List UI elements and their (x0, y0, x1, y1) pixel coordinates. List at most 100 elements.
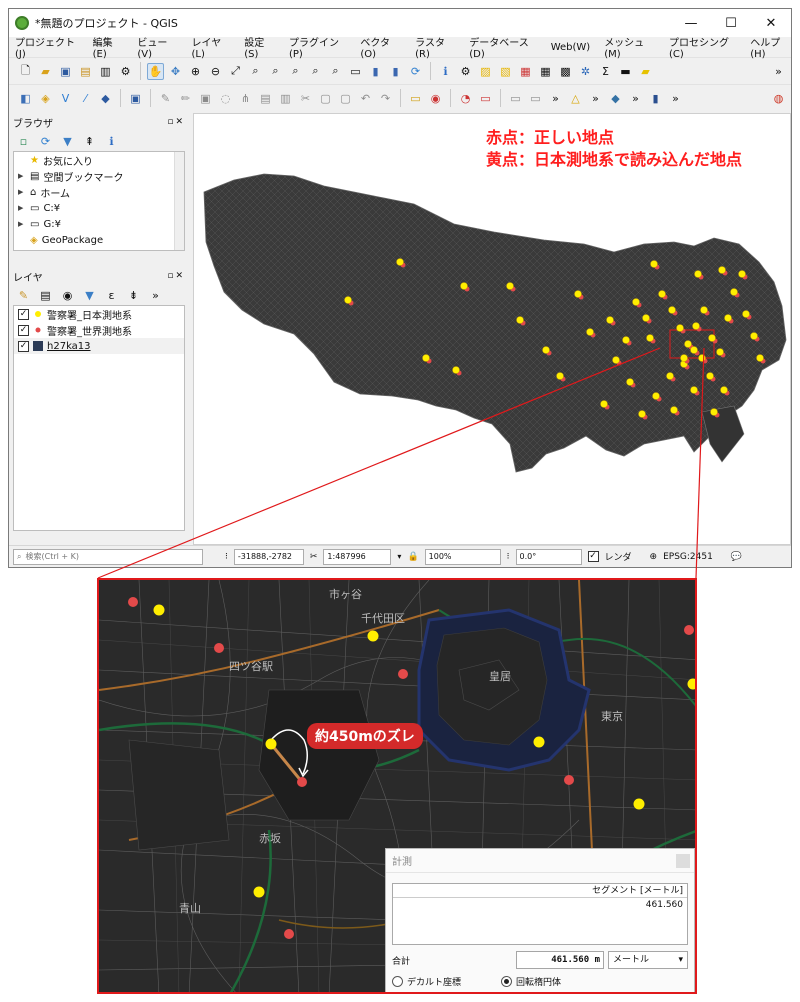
menu-project[interactable]: プロジェクト(J) (15, 34, 79, 60)
save-as-icon[interactable]: ▤ (77, 63, 94, 80)
bookmark-new-icon[interactable]: ▮ (367, 63, 384, 80)
properties-icon[interactable]: ℹ (103, 133, 120, 150)
save-project-icon[interactable]: ▣ (57, 63, 74, 80)
zoom-next-icon[interactable]: ⌕ (327, 63, 344, 80)
browser-item-c-drive[interactable]: ▶ ▭ C:¥ (14, 200, 184, 216)
map-canvas[interactable]: 赤点：正しい地点 黄点：日本測地系で読み込んだ地点 (193, 113, 791, 545)
help-contents-icon[interactable]: ▮ (647, 90, 664, 107)
measure-icon[interactable]: ▬ (617, 63, 634, 80)
add-group-icon[interactable]: ▤ (37, 287, 54, 304)
select-features-icon[interactable]: ▨ (477, 63, 494, 80)
expand-arrow-icon[interactable]: ▶ (18, 220, 26, 228)
digitize-icon[interactable]: ▣ (127, 90, 144, 107)
rotation-field[interactable]: 0.0° (515, 548, 582, 565)
pin-labels-icon[interactable]: ◉ (427, 90, 444, 107)
modify-attributes-icon[interactable]: ▤ (257, 90, 274, 107)
rotate-label-icon[interactable]: ▭ (527, 90, 544, 107)
delete-selected-icon[interactable]: ▥ (277, 90, 294, 107)
scale-dropdown-icon[interactable]: ▾ (397, 552, 401, 561)
zoom-in-icon[interactable]: ⊕ (187, 63, 204, 80)
plugin-icon[interactable]: ◍ (770, 90, 787, 107)
layer-visibility-checkbox[interactable]: ✓ (18, 324, 29, 336)
menu-database[interactable]: データベース(D) (469, 34, 536, 60)
browser-item-bookmarks[interactable]: ▶ ▤ 空間ブックマーク (14, 168, 184, 184)
panel-float-close-icon[interactable]: ▫✕ (167, 117, 185, 127)
show-bookmarks-icon[interactable]: ▮ (387, 63, 404, 80)
expand-arrow-icon[interactable]: ▶ (18, 188, 26, 196)
vertex-tool-icon[interactable]: ⋔ (237, 90, 254, 107)
render-checkbox[interactable]: ✓ (587, 551, 599, 562)
refresh-icon[interactable]: ⟳ (407, 63, 424, 80)
processing-toolbox-icon[interactable]: ✲ (577, 63, 594, 80)
move-label-icon[interactable]: ▭ (507, 90, 524, 107)
refresh-icon[interactable]: ⟳ (37, 133, 54, 150)
menu-plugins[interactable]: プラグイン(P) (289, 34, 346, 60)
pan-icon[interactable]: ✋ (147, 62, 164, 80)
menu-web[interactable]: Web(W) (551, 42, 591, 53)
menu-view[interactable]: ビュー(V) (137, 34, 177, 60)
label-tool-icon[interactable]: ▭ (407, 90, 424, 107)
zoom-out-icon[interactable]: ⊖ (207, 63, 224, 80)
radio-indicator[interactable] (501, 976, 513, 987)
new-geopackage-icon[interactable]: ◈ (37, 90, 54, 107)
coordinate-field[interactable]: -31888,-2782 (233, 548, 304, 565)
georeferencer-icon[interactable]: △ (567, 90, 584, 107)
annotation-icon[interactable]: ▰ (637, 63, 654, 80)
radio-indicator[interactable] (392, 976, 403, 987)
field-calculator-icon[interactable]: ▩ (557, 63, 574, 80)
layer-visibility-checkbox[interactable]: ✓ (18, 340, 29, 352)
diagram-icon[interactable]: ◔ (457, 90, 474, 107)
browser-item-favorites[interactable]: ★ お気に入り (14, 152, 184, 168)
toolbar-overflow-icon[interactable]: » (770, 63, 787, 80)
expand-arrow-icon[interactable]: ▶ (18, 172, 26, 180)
unit-select[interactable]: メートル (608, 951, 688, 969)
undo-icon[interactable]: ↶ (357, 90, 374, 107)
filter-icon[interactable]: ▼ (59, 133, 76, 150)
zoom-full-icon[interactable]: ⤢ (227, 63, 244, 80)
data-source-manager-icon[interactable]: ◧ (17, 90, 34, 107)
browser-item-home[interactable]: ▶ ⌂ ホーム (14, 184, 184, 200)
cartesian-radio[interactable]: デカルト座標 (392, 975, 461, 988)
paste-features-icon[interactable]: ▢ (337, 90, 354, 107)
layer-styling-icon[interactable]: ✎ (15, 287, 32, 304)
print-layout-icon[interactable]: ▥ (97, 63, 114, 80)
crs-globe-icon[interactable]: ⊕ (650, 552, 658, 562)
zoom-selection-icon[interactable]: ⌕ (247, 63, 264, 80)
select-by-value-icon[interactable]: ▧ (497, 63, 514, 80)
expand-all-icon[interactable]: ⇟ (125, 287, 142, 304)
toolbar-overflow-icon[interactable]: » (587, 90, 604, 107)
browser-scrollbar[interactable] (174, 152, 184, 250)
style-manager-icon[interactable]: ⚙ (117, 63, 134, 80)
zoom-native-icon[interactable]: ⌕ (287, 63, 304, 80)
panel-float-close-icon[interactable]: ▫✕ (167, 271, 185, 281)
close-button[interactable]: ✕ (751, 9, 791, 37)
toggle-extents-icon[interactable]: ✂ (310, 552, 318, 562)
messages-icon[interactable]: 💬 (731, 552, 742, 562)
layer-item[interactable]: ✓ 警察署_日本測地系 (14, 306, 184, 322)
menu-settings[interactable]: 設定(S) (244, 34, 275, 60)
copy-features-icon[interactable]: ▢ (317, 90, 334, 107)
filter-legend-icon[interactable]: ▼ (81, 287, 98, 304)
menu-vector[interactable]: ベクタ(O) (360, 34, 401, 60)
browser-item-geopackage[interactable]: ◈ GeoPackage (14, 232, 184, 248)
menu-mesh[interactable]: メッシュ(M) (604, 34, 655, 60)
python-console-icon[interactable]: ◆ (607, 90, 624, 107)
deselect-icon[interactable]: ▦ (517, 63, 534, 80)
layer-visibility-checkbox[interactable]: ✓ (18, 308, 29, 320)
current-edits-icon[interactable]: ✎ (157, 90, 174, 107)
layer-item[interactable]: ✓ 警察署_世界測地系 (14, 322, 184, 338)
ellipsoidal-radio[interactable]: 回転楕円体 (501, 975, 561, 988)
menu-layer[interactable]: レイヤ(L) (192, 34, 231, 60)
collapse-all-icon[interactable]: ⇞ (81, 133, 98, 150)
open-project-icon[interactable]: ▰ (37, 63, 54, 80)
save-edits-icon[interactable]: ▣ (197, 90, 214, 107)
cut-features-icon[interactable]: ✂ (297, 90, 314, 107)
minimize-button[interactable]: — (671, 9, 711, 37)
new-shapefile-icon[interactable]: V (57, 90, 74, 107)
menu-processing[interactable]: プロセシング(C) (669, 34, 736, 60)
add-selected-layers-icon[interactable]: ▫ (15, 133, 32, 150)
menu-help[interactable]: ヘルプ(H) (750, 34, 791, 60)
lock-scale-icon[interactable]: 🔒 (407, 552, 418, 562)
zoomed-map[interactable]: 千代田区 皇居 四ツ谷駅 赤坂 青山 市ヶ谷 東京 約450mのズレ 計測 セグ… (97, 578, 697, 994)
layer-item[interactable]: ✓ h27ka13 (14, 338, 184, 354)
